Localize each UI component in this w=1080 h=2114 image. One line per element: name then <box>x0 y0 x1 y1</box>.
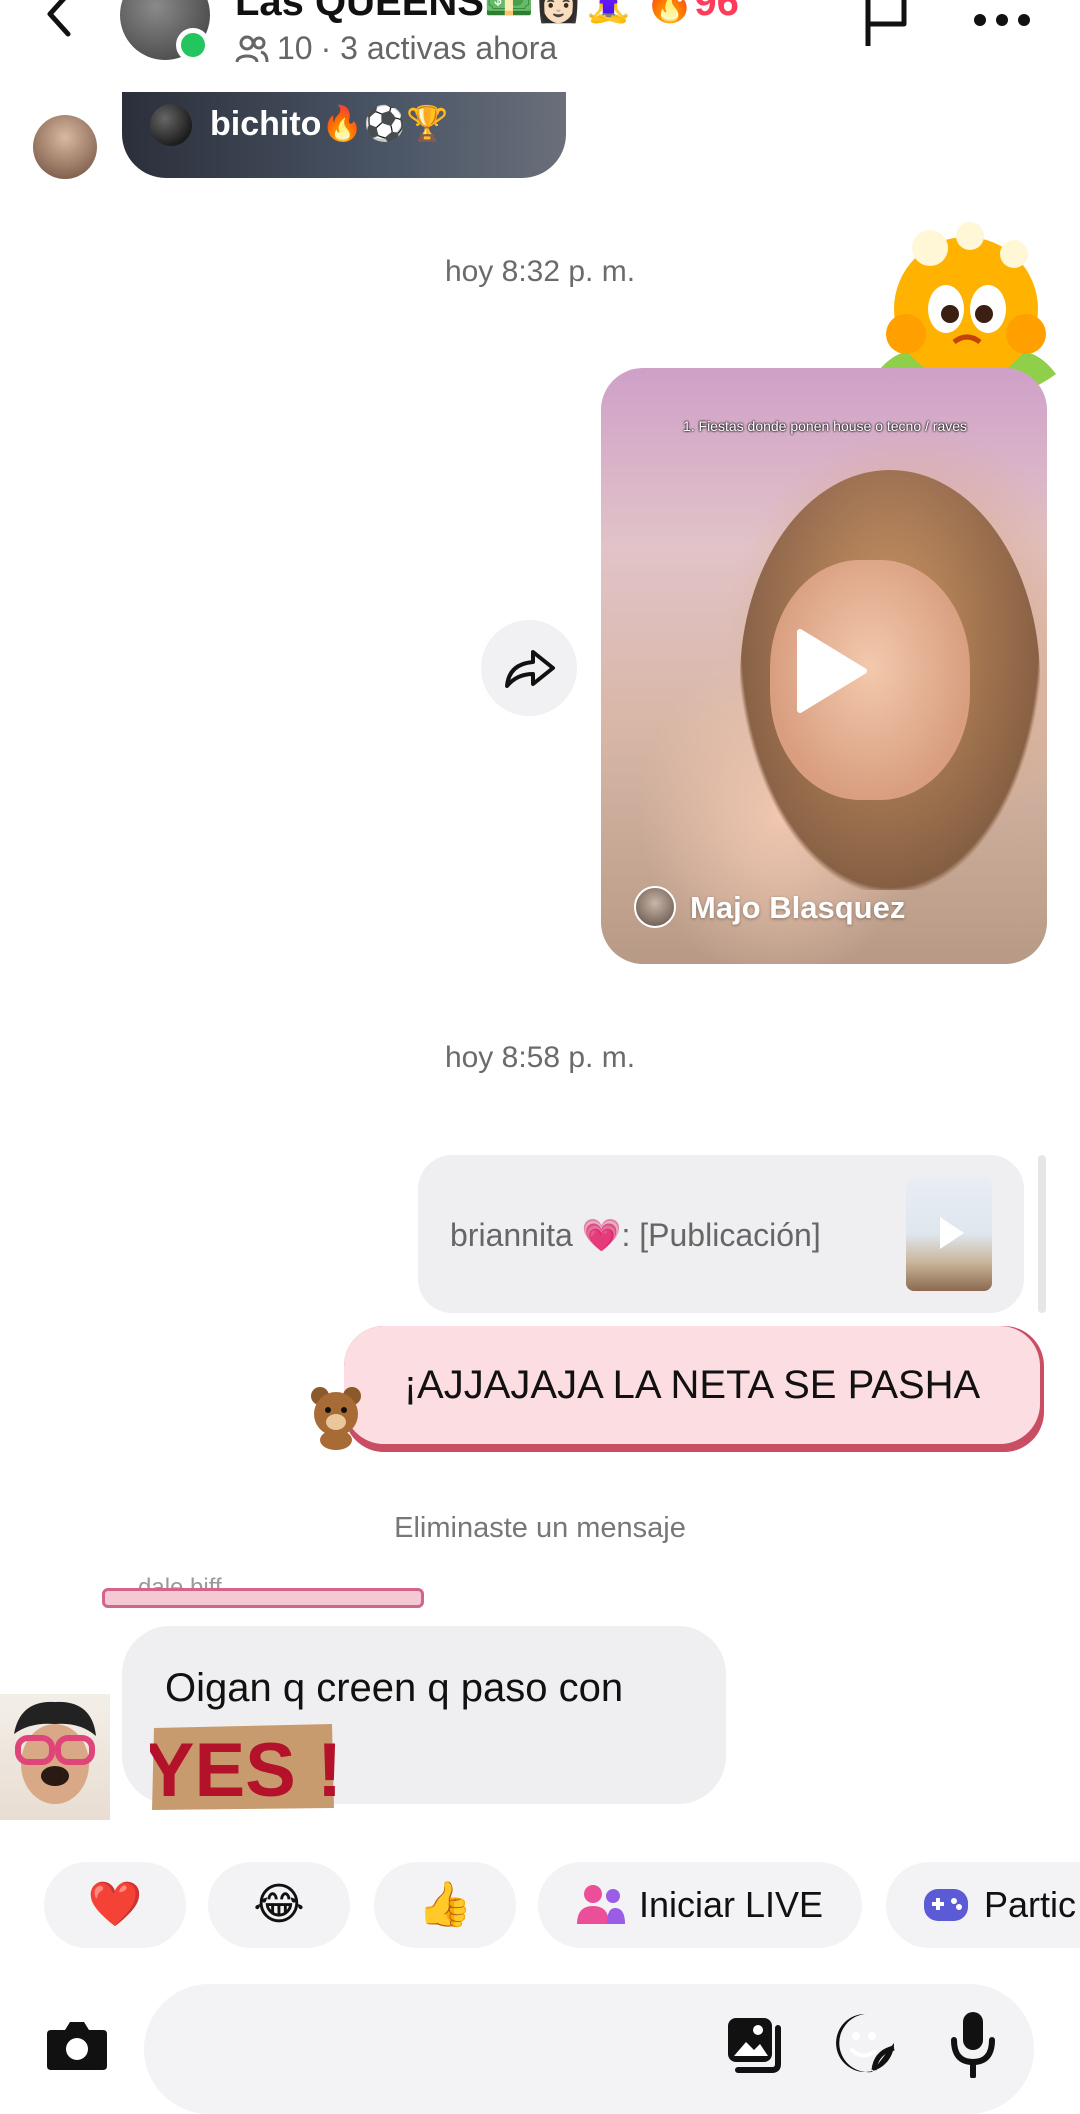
laughing-face-icon: 😂 <box>253 1880 305 1929</box>
thumbs-up-icon: 👍 <box>417 1880 473 1929</box>
people-live-icon <box>576 1885 625 1924</box>
avatar-image <box>14 1701 96 1804</box>
start-live-button[interactable]: Iniciar LIVE <box>538 1862 862 1948</box>
quick-react-thumbs-up[interactable]: 👍 <box>374 1862 516 1948</box>
forwarded-profile-name: bichito🔥⚽🏆 <box>210 105 449 143</box>
flag-icon[interactable] <box>862 0 910 46</box>
share-arrow-icon <box>505 650 555 688</box>
incoming-message-text: Oigan q creen q paso con <box>165 1666 624 1710</box>
quick-react-laugh[interactable]: 😂 <box>208 1862 350 1948</box>
sticker-icon[interactable] <box>834 2012 896 2074</box>
back-arrow-icon[interactable] <box>40 0 80 40</box>
reel-caption: 1. Fiestas donde ponen house o tecno / r… <box>682 418 968 434</box>
message-input[interactable] <box>144 1984 1034 2114</box>
sent-message-bubble[interactable]: ¡AJJAJAJA LA NETA SE PASHA <box>344 1326 1040 1444</box>
sent-message-text: ¡AJJAJAJA LA NETA SE PASHA <box>403 1362 981 1407</box>
play-icon[interactable] <box>790 626 870 716</box>
bear-reaction-sticker <box>311 1387 361 1450</box>
reel-author-name[interactable]: Majo Blasquez <box>690 890 905 926</box>
incoming-sender-avatar[interactable] <box>0 1694 110 1820</box>
heart-icon: ❤️ <box>87 1880 143 1929</box>
group-title[interactable]: Las QUEENS💵👩🏻🧘‍♀️ 🔥96 <box>235 0 739 25</box>
reel-author-avatar <box>634 886 676 928</box>
yes-sticker-text: YES ! <box>150 1728 336 1812</box>
member-count: 10 <box>277 30 313 66</box>
group-name: Las QUEENS💵👩🏻🧘‍♀️ <box>235 0 634 24</box>
games-label: Partic <box>984 1884 1077 1925</box>
gallery-icon[interactable] <box>724 2014 784 2074</box>
start-live-label: Iniciar LIVE <box>638 1884 824 1925</box>
members-row: 10 · 3 activas ahora <box>235 30 557 67</box>
system-note: Eliminaste un mensaje <box>394 1512 686 1544</box>
people-icon <box>235 35 269 62</box>
timestamp: hoy 8:58 p. m. <box>444 1041 636 1074</box>
streak-count: 🔥96 <box>644 0 739 24</box>
profile-dot-icon <box>150 104 192 146</box>
yes-sticker: YES ! <box>150 1724 336 1812</box>
online-status-dot <box>176 28 210 62</box>
sender-name-highlight <box>102 1588 424 1608</box>
active-status: · 3 activas ahora <box>320 30 558 66</box>
post-thumbnail[interactable] <box>906 1177 992 1291</box>
games-button[interactable]: Partic <box>886 1862 1080 1948</box>
share-button[interactable] <box>481 620 577 716</box>
more-options-icon[interactable] <box>972 10 1032 30</box>
play-icon <box>940 1217 964 1249</box>
reply-reference-text: briannita 💗: [Publicación] <box>450 1217 821 1253</box>
microphone-icon[interactable] <box>950 2010 996 2078</box>
reply-indicator-bar <box>1038 1155 1046 1313</box>
sender-avatar[interactable] <box>33 115 97 179</box>
camera-icon[interactable] <box>45 2016 109 2072</box>
game-controller-icon <box>924 1889 968 1921</box>
quick-react-heart[interactable]: ❤️ <box>44 1862 186 1948</box>
